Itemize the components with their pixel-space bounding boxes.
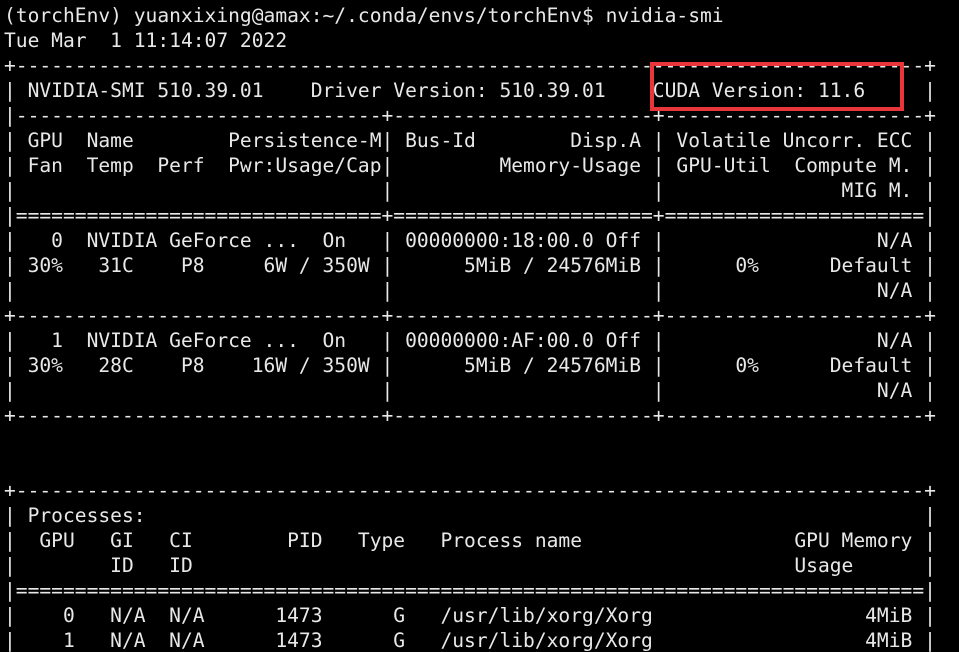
smi-header-divider: |-------------------------------+-------… xyxy=(4,104,936,127)
gpu-0-row: | 0 NVIDIA GeForce ... On | 00000000:18:… xyxy=(4,229,936,252)
processes-column-header-row: | GPU GI CI PID Type Process name GPU Me… xyxy=(4,529,936,552)
terminal-output: (torchEnv) yuanxixing@amax:~/.conda/envs… xyxy=(4,3,936,652)
smi-version-header: | NVIDIA-SMI 510.39.01 Driver Version: 5… xyxy=(4,79,936,102)
processes-border-top: +---------------------------------------… xyxy=(4,479,936,502)
gpu-1-row: | 1 NVIDIA GeForce ... On | 00000000:AF:… xyxy=(4,329,936,352)
gpu-1-row: | | | N/A | xyxy=(4,379,936,402)
command-prompt-line: (torchEnv) yuanxixing@amax:~/.conda/envs… xyxy=(4,4,724,27)
gpu-1-footer: +-------------------------------+-------… xyxy=(4,404,936,427)
gpu-0-row: | | | N/A | xyxy=(4,279,936,302)
gpu-0-footer: +-------------------------------+-------… xyxy=(4,304,936,327)
process-row: | 1 N/A N/A 1473 G /usr/lib/xorg/Xorg 4M… xyxy=(4,629,936,652)
smi-column-header-row: | GPU Name Persistence-M| Bus-Id Disp.A … xyxy=(4,129,936,152)
smi-column-header-row: | | | MIG M. | xyxy=(4,179,936,202)
process-row: | 0 N/A N/A 1473 G /usr/lib/xorg/Xorg 4M… xyxy=(4,604,936,627)
gpu-0-row: | 30% 31C P8 6W / 350W | 5MiB / 24576MiB… xyxy=(4,254,936,277)
smi-border-top: +---------------------------------------… xyxy=(4,54,936,77)
processes-column-header-row: | ID ID Usage | xyxy=(4,554,936,577)
processes-header-separator: |=======================================… xyxy=(4,579,936,602)
timestamp-line: Tue Mar 1 11:14:07 2022 xyxy=(4,29,288,52)
smi-column-header-row: | Fan Temp Perf Pwr:Usage/Cap| Memory-Us… xyxy=(4,154,936,177)
processes-title: | Processes: | xyxy=(4,504,936,527)
gpu-1-row: | 30% 28C P8 16W / 350W | 5MiB / 24576Mi… xyxy=(4,354,936,377)
terminal-window[interactable]: (torchEnv) yuanxixing@amax:~/.conda/envs… xyxy=(0,0,959,652)
smi-header-separator: |===============================+=======… xyxy=(4,204,936,227)
